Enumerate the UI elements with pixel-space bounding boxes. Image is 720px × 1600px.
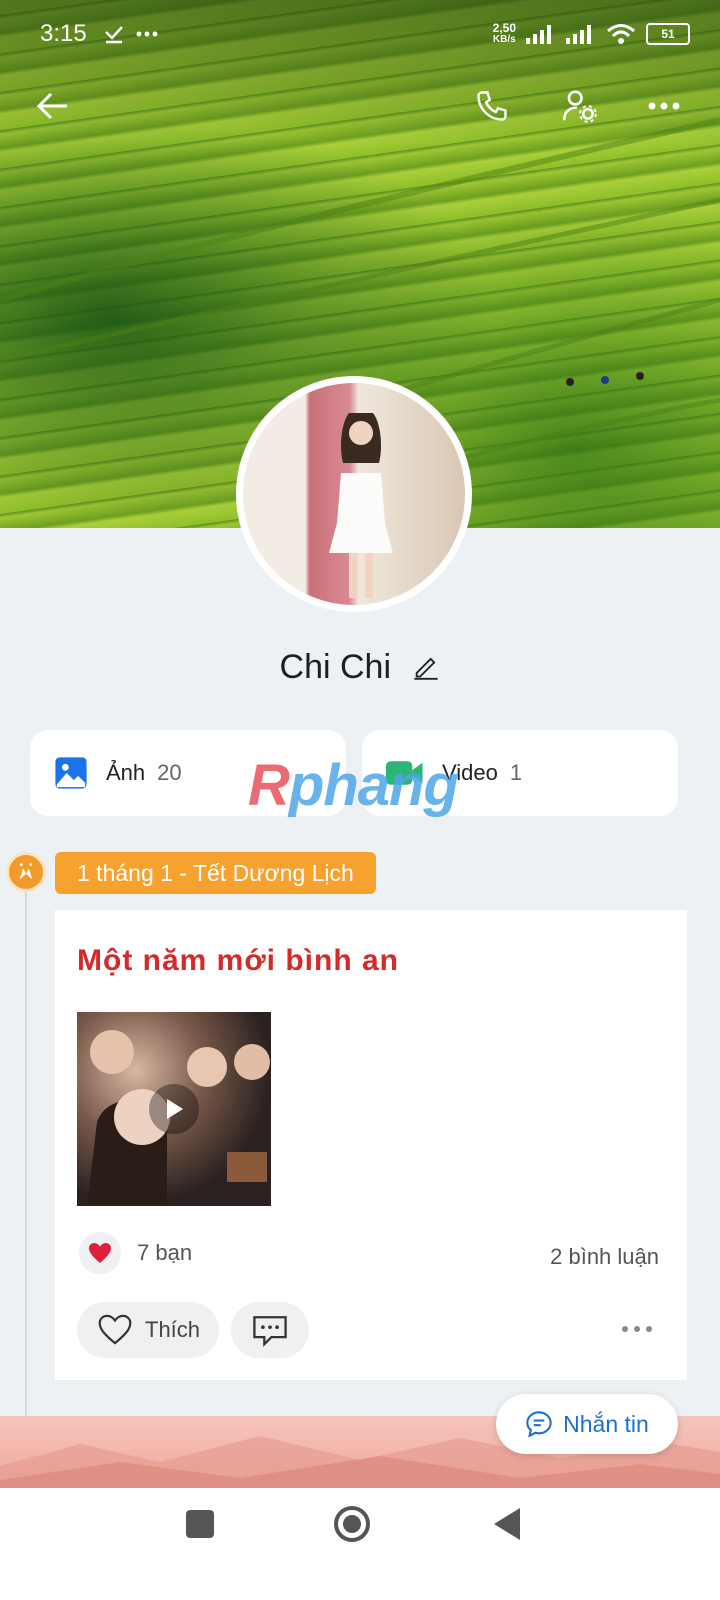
- avatar[interactable]: [236, 376, 472, 612]
- status-bar: 3:15 2,50 KB/s 51: [40, 16, 690, 52]
- photos-count: 20: [157, 760, 182, 785]
- avatar-person-shape: [329, 413, 393, 598]
- profile-settings-icon[interactable]: [558, 86, 602, 126]
- timeline-line: [25, 870, 27, 1490]
- post-card[interactable]: Một năm mới bình an 7 bạn 2 bình luận Th…: [55, 910, 687, 1380]
- post-title: Một năm mới bình an: [77, 944, 399, 977]
- avatar-photo: [243, 383, 465, 605]
- status-right: 2,50 KB/s 51: [493, 22, 690, 46]
- battery-icon: 51: [646, 23, 690, 45]
- home-icon[interactable]: [334, 1506, 370, 1542]
- edit-name-icon[interactable]: [412, 650, 440, 689]
- photos-label: Ảnh: [106, 760, 146, 785]
- message-label: Nhắn tin: [563, 1410, 649, 1437]
- back-icon[interactable]: [494, 1508, 520, 1540]
- chat-bubble-icon: [526, 1411, 552, 1438]
- comment-icon: [253, 1316, 287, 1347]
- status-time: 3:15: [40, 20, 87, 47]
- signal-icon-2: [566, 25, 591, 44]
- watermark-logo: Rphang: [248, 753, 459, 818]
- back-arrow-icon[interactable]: [30, 86, 74, 126]
- like-label: Thích: [145, 1317, 201, 1342]
- more-dots-icon[interactable]: [642, 86, 686, 126]
- reactions-count: 7 bạn: [137, 1240, 193, 1265]
- recent-apps-icon[interactable]: [186, 1510, 214, 1538]
- profile-name-text: Chi Chi: [279, 648, 392, 686]
- comment-button[interactable]: [231, 1302, 309, 1358]
- heart-outline-icon: [97, 1314, 133, 1346]
- status-more-icon: [136, 31, 158, 37]
- comments-count[interactable]: 2 bình luận: [550, 1244, 659, 1270]
- profile-header: [30, 86, 680, 126]
- like-button[interactable]: Thích: [77, 1302, 219, 1358]
- post-video-thumbnail[interactable]: [77, 1012, 271, 1206]
- wifi-icon: [607, 24, 635, 44]
- celebration-icon: [6, 852, 46, 892]
- profile-name: Chi Chi: [0, 648, 720, 689]
- heart-reaction-icon: [79, 1232, 121, 1274]
- message-button[interactable]: Nhắn tin: [496, 1394, 678, 1454]
- download-done-icon: [104, 26, 123, 44]
- phone-icon[interactable]: [470, 86, 514, 126]
- net-speed: 2,50 KB/s: [492, 21, 516, 45]
- image-icon: [54, 756, 88, 790]
- timeline-tag: 1 tháng 1 - Tết Dương Lịch: [55, 852, 376, 894]
- signal-icon-1: [526, 25, 551, 44]
- system-nav-bar: [0, 1488, 720, 1600]
- videos-count: 1: [509, 760, 523, 785]
- play-icon[interactable]: [149, 1084, 199, 1134]
- reactions-summary[interactable]: 7 bạn: [79, 1232, 192, 1274]
- post-more-icon[interactable]: [621, 1320, 653, 1338]
